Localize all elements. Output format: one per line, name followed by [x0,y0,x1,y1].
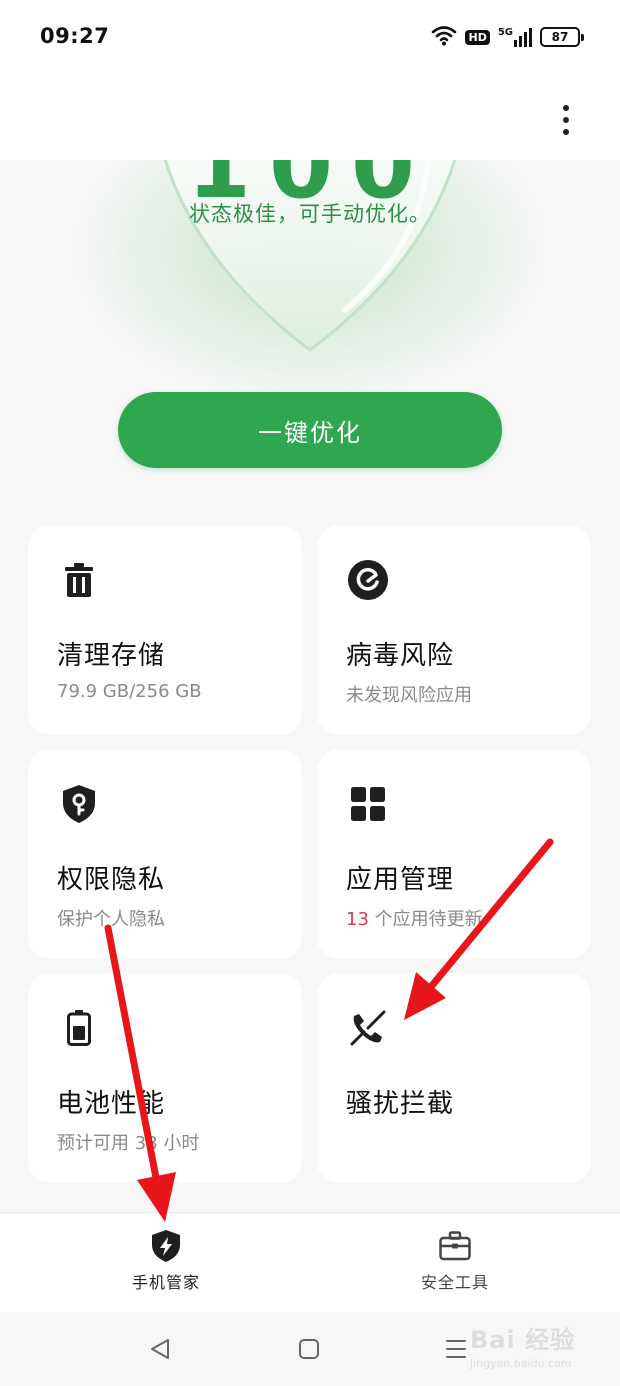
card-title: 清理存储 [57,641,166,671]
harassment-block-card[interactable]: 骚扰拦截 [317,973,591,1183]
nav-security-tools[interactable]: 安全工具 [355,1229,555,1299]
battery-estimate-text: 预计可用 38 小时 [57,1133,200,1154]
card-title: 应用管理 [346,865,455,895]
watermark-url: jingyan.baidu.com [470,1357,572,1370]
shield-bolt-icon [149,1229,183,1263]
status-icons: HD 5G 87 [431,24,584,50]
virus-risk-card[interactable]: 病毒风险 未发现风险应用 [317,525,591,735]
status-time: 09:27 [40,24,110,48]
phone-blocked-icon [347,1007,389,1049]
watermark: Bai 经验 jingyan.baidu.com [470,1320,610,1380]
more-vertical-icon[interactable] [552,100,580,140]
shield-key-icon [58,783,100,825]
toolbox-icon [438,1229,472,1263]
hd-icon: HD [465,29,490,45]
card-title: 权限隐私 [57,865,166,895]
5g-signal-icon: 5G [498,27,532,47]
back-icon[interactable] [140,1332,180,1366]
clean-storage-card[interactable]: 清理存储 79.9 GB/256 GB [28,525,302,735]
status-bar: 09:27 HD 5G 87 [0,0,620,80]
card-title: 病毒风险 [346,641,455,671]
watermark-logo: Bai 经验 [470,1326,576,1354]
app-updates-text: 13 个应用待更新 [346,905,483,931]
card-title: 骚扰拦截 [346,1089,455,1119]
app-header [0,80,620,160]
battery-icon [58,1007,100,1049]
home-icon[interactable] [289,1332,329,1366]
bottom-navigation: 手机管家 安全工具 [0,1212,620,1312]
apps-grid-icon [347,783,389,825]
trash-icon [58,559,100,601]
storage-usage-text: 79.9 GB/256 GB [57,681,202,702]
battery-icon: 87 [540,27,584,47]
update-count: 13 [346,909,369,930]
nav-label: 手机管家 [131,1273,200,1292]
virus-scan-icon [347,559,389,601]
permission-privacy-card[interactable]: 权限隐私 保护个人隐私 [28,749,302,959]
privacy-desc-text: 保护个人隐私 [57,909,165,930]
update-suffix: 个应用待更新 [368,909,483,930]
nav-label: 安全工具 [420,1273,489,1292]
card-title: 电池性能 [57,1089,166,1119]
phone-manager-screen: 09:27 HD 5G 87 100 状态极佳，可手动优化。 一键优化 清理存储… [0,0,620,1386]
wifi-icon [431,24,457,50]
status-message: 状态极佳，可手动优化。 [189,202,431,226]
virus-status-text: 未发现风险应用 [346,685,472,706]
one-tap-optimize-button[interactable]: 一键优化 [118,392,502,468]
nav-phone-manager[interactable]: 手机管家 [66,1229,266,1299]
battery-performance-card[interactable]: 电池性能 预计可用 38 小时 [28,973,302,1183]
app-management-card[interactable]: 应用管理 13 个应用待更新 [317,749,591,959]
